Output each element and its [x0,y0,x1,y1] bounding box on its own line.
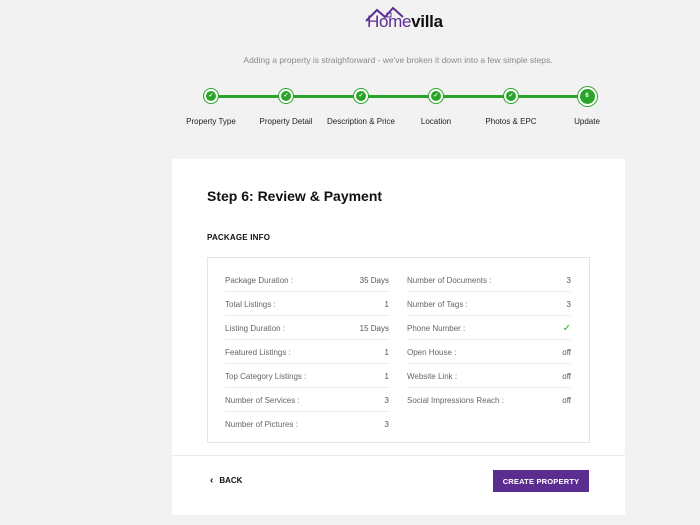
page-subtitle: Adding a property is straighforward - we… [243,55,553,65]
package-info-label: Number of Services : [225,395,300,405]
package-info-row: Number of Pictures : 3 [225,413,389,435]
package-info-value: 3 [566,299,571,309]
logo-text: Homevilla [367,12,443,32]
package-info-label: Open House : [407,347,457,357]
package-info-value: 1 [384,371,389,381]
divider [172,455,625,456]
check-icon: ✓ [354,89,368,103]
package-info-value: 1 [384,299,389,309]
package-info-row: Total Listings : 1 [225,293,389,316]
step-label: Update [574,117,600,126]
package-info-row: Package Duration : 35 Days [225,269,389,292]
review-card: Step 6: Review & Payment PACKAGE INFO Pa… [172,159,625,515]
package-info-row: Number of Documents : 3 [407,269,571,292]
package-info-row: Open House : off [407,341,571,364]
package-info-value: 15 Days [359,323,389,333]
package-info-label: Phone Number : [407,323,466,333]
package-info-row: Featured Listings : 1 [225,341,389,364]
package-info-right-column: Number of Documents : 3 Number of Tags : 3 P… [407,269,571,412]
homevilla-logo[interactable]: Homevilla [363,4,443,32]
check-icon: ✓ [562,322,571,334]
page-title: Step 6: Review & Payment [207,188,383,204]
package-info-row: Listing Duration : 15 Days [225,317,389,340]
package-info-row: Top Category Listings : 1 [225,365,389,388]
package-info-value: 1 [384,347,389,357]
package-info-value: 3 [566,275,571,285]
package-info-label: Listing Duration : [225,323,286,333]
back-label: BACK [219,476,243,485]
package-info-value: 3 [384,419,389,429]
step-6[interactable]: 6 Update [537,87,637,126]
package-info-value: 35 Days [359,275,389,285]
package-info-left-column: Package Duration : 35 Days Total Listings … [225,269,389,436]
create-property-button[interactable]: CREATE PROPERTY [493,470,589,492]
package-info-label: Number of Pictures : [225,419,298,429]
package-info-label: Social Impressions Reach : [407,395,504,405]
package-info-row: Number of Tags : 3 [407,293,571,316]
package-info-label: Website Link : [407,371,458,381]
chevron-left-icon: ‹ [210,475,214,486]
package-info-row: Website Link : off [407,365,571,388]
package-info-heading: PACKAGE INFO [207,233,271,242]
package-info-label: Number of Documents : [407,275,492,285]
package-info-box: Package Duration : 35 Days Total Listings … [207,257,590,443]
check-icon: ✓ [204,89,218,103]
package-info-value: off [562,371,571,381]
check-icon: ✓ [504,89,518,103]
package-info-label: Number of Tags : [407,299,468,309]
package-info-label: Total Listings : [225,299,276,309]
logo-villa: villa [411,12,443,31]
package-info-row: Number of Services : 3 [225,389,389,412]
step-number: 6 [577,87,597,106]
check-icon: ✓ [429,89,443,103]
package-info-label: Top Category Listings : [225,371,307,381]
logo-home: Home [367,12,412,31]
package-info-value: off [562,395,571,405]
back-button[interactable]: ‹ BACK [210,475,242,486]
package-info-value: off [562,347,571,357]
package-info-value: 3 [384,395,389,405]
package-info-row: Phone Number : ✓ [407,317,571,340]
package-info-label: Featured Listings : [225,347,291,357]
package-info-row: Social Impressions Reach : off [407,389,571,411]
package-info-label: Package Duration : [225,275,294,285]
check-icon: ✓ [279,89,293,103]
